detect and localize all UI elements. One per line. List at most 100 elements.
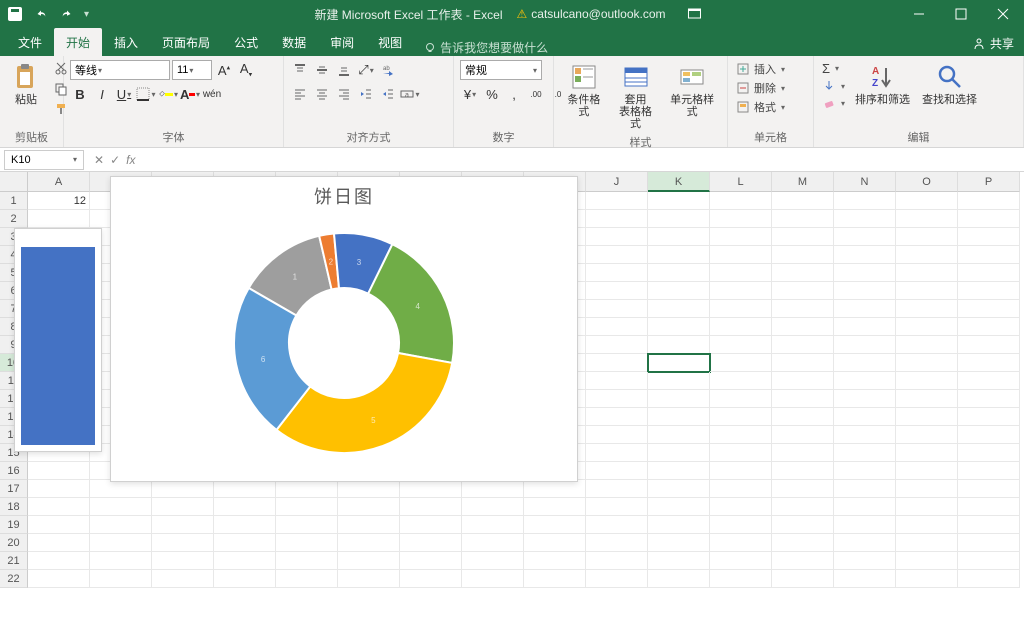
- cell-F19[interactable]: [338, 516, 400, 534]
- column-header-J[interactable]: J: [586, 172, 648, 192]
- cell-F20[interactable]: [338, 534, 400, 552]
- cell-J9[interactable]: [586, 336, 648, 354]
- cell-K14[interactable]: [648, 426, 710, 444]
- cell-N21[interactable]: [834, 552, 896, 570]
- cell-I19[interactable]: [524, 516, 586, 534]
- cell-O1[interactable]: [896, 192, 958, 210]
- clear-button[interactable]: ▾: [820, 95, 847, 111]
- enter-formula-button[interactable]: ✓: [110, 153, 120, 167]
- tab-data[interactable]: 数据: [270, 28, 318, 56]
- cell-J15[interactable]: [586, 444, 648, 462]
- underline-button[interactable]: U▾: [114, 84, 134, 104]
- cell-D22[interactable]: [214, 570, 276, 588]
- cell-M14[interactable]: [772, 426, 834, 444]
- cell-O10[interactable]: [896, 354, 958, 372]
- cell-L11[interactable]: [710, 372, 772, 390]
- cell-M3[interactable]: [772, 228, 834, 246]
- cell-N10[interactable]: [834, 354, 896, 372]
- cell-K16[interactable]: [648, 462, 710, 480]
- cell-D20[interactable]: [214, 534, 276, 552]
- cell-P5[interactable]: [958, 264, 1020, 282]
- cell-N22[interactable]: [834, 570, 896, 588]
- cell-G19[interactable]: [400, 516, 462, 534]
- cell-G20[interactable]: [400, 534, 462, 552]
- row-header-22[interactable]: 22: [0, 570, 28, 588]
- cell-L4[interactable]: [710, 246, 772, 264]
- column-header-N[interactable]: N: [834, 172, 896, 192]
- cell-J19[interactable]: [586, 516, 648, 534]
- cell-K19[interactable]: [648, 516, 710, 534]
- cell-K15[interactable]: [648, 444, 710, 462]
- cell-I18[interactable]: [524, 498, 586, 516]
- insert-cells-button[interactable]: 插入▾: [734, 60, 787, 78]
- number-format-select[interactable]: 常规▾: [460, 60, 542, 80]
- cell-A16[interactable]: [28, 462, 90, 480]
- align-top-button[interactable]: [290, 60, 310, 80]
- cell-K13[interactable]: [648, 408, 710, 426]
- bold-button[interactable]: B: [70, 84, 90, 104]
- insert-function-button[interactable]: fx: [126, 153, 135, 167]
- cell-A1[interactable]: 12: [28, 192, 90, 210]
- cell-O12[interactable]: [896, 390, 958, 408]
- cell-P20[interactable]: [958, 534, 1020, 552]
- cell-J1[interactable]: [586, 192, 648, 210]
- cell-L1[interactable]: [710, 192, 772, 210]
- cell-L14[interactable]: [710, 426, 772, 444]
- cell-N19[interactable]: [834, 516, 896, 534]
- cell-J12[interactable]: [586, 390, 648, 408]
- paste-button[interactable]: 粘贴: [6, 60, 46, 108]
- cell-A21[interactable]: [28, 552, 90, 570]
- column-header-O[interactable]: O: [896, 172, 958, 192]
- cell-P22[interactable]: [958, 570, 1020, 588]
- cell-L13[interactable]: [710, 408, 772, 426]
- tell-me-search[interactable]: 告诉我您想要做什么: [414, 39, 558, 56]
- cell-J2[interactable]: [586, 210, 648, 228]
- cell-N2[interactable]: [834, 210, 896, 228]
- cell-M10[interactable]: [772, 354, 834, 372]
- cell-O3[interactable]: [896, 228, 958, 246]
- align-left-button[interactable]: [290, 84, 310, 104]
- autosum-button[interactable]: Σ▾: [820, 60, 847, 77]
- decrease-indent-button[interactable]: [356, 84, 376, 104]
- chart-object-bar[interactable]: [14, 228, 102, 452]
- cell-L3[interactable]: [710, 228, 772, 246]
- sort-filter-button[interactable]: AZ 排序和筛选: [851, 60, 914, 108]
- row-header-18[interactable]: 18: [0, 498, 28, 516]
- cell-E18[interactable]: [276, 498, 338, 516]
- cell-N17[interactable]: [834, 480, 896, 498]
- cell-N9[interactable]: [834, 336, 896, 354]
- cell-N4[interactable]: [834, 246, 896, 264]
- cell-I20[interactable]: [524, 534, 586, 552]
- cell-N8[interactable]: [834, 318, 896, 336]
- cell-O22[interactable]: [896, 570, 958, 588]
- cell-K8[interactable]: [648, 318, 710, 336]
- cell-O9[interactable]: [896, 336, 958, 354]
- cell-P15[interactable]: [958, 444, 1020, 462]
- font-size-select[interactable]: 11▾: [172, 60, 212, 80]
- cell-N20[interactable]: [834, 534, 896, 552]
- cell-M19[interactable]: [772, 516, 834, 534]
- align-middle-button[interactable]: [312, 60, 332, 80]
- account-button[interactable]: ⚠ catsulcano@outlook.com: [517, 7, 666, 21]
- cell-K12[interactable]: [648, 390, 710, 408]
- cell-P9[interactable]: [958, 336, 1020, 354]
- cell-O16[interactable]: [896, 462, 958, 480]
- row-header-20[interactable]: 20: [0, 534, 28, 552]
- redo-button[interactable]: [58, 5, 76, 23]
- align-bottom-button[interactable]: [334, 60, 354, 80]
- cell-J4[interactable]: [586, 246, 648, 264]
- tab-file[interactable]: 文件: [6, 28, 54, 56]
- name-box[interactable]: K10▾: [4, 150, 84, 170]
- cell-I21[interactable]: [524, 552, 586, 570]
- cell-M2[interactable]: [772, 210, 834, 228]
- cell-G22[interactable]: [400, 570, 462, 588]
- tab-home[interactable]: 开始: [54, 28, 102, 56]
- cell-L18[interactable]: [710, 498, 772, 516]
- column-header-M[interactable]: M: [772, 172, 834, 192]
- cell-P4[interactable]: [958, 246, 1020, 264]
- cell-E20[interactable]: [276, 534, 338, 552]
- cell-L7[interactable]: [710, 300, 772, 318]
- cell-E19[interactable]: [276, 516, 338, 534]
- cell-O6[interactable]: [896, 282, 958, 300]
- cell-N13[interactable]: [834, 408, 896, 426]
